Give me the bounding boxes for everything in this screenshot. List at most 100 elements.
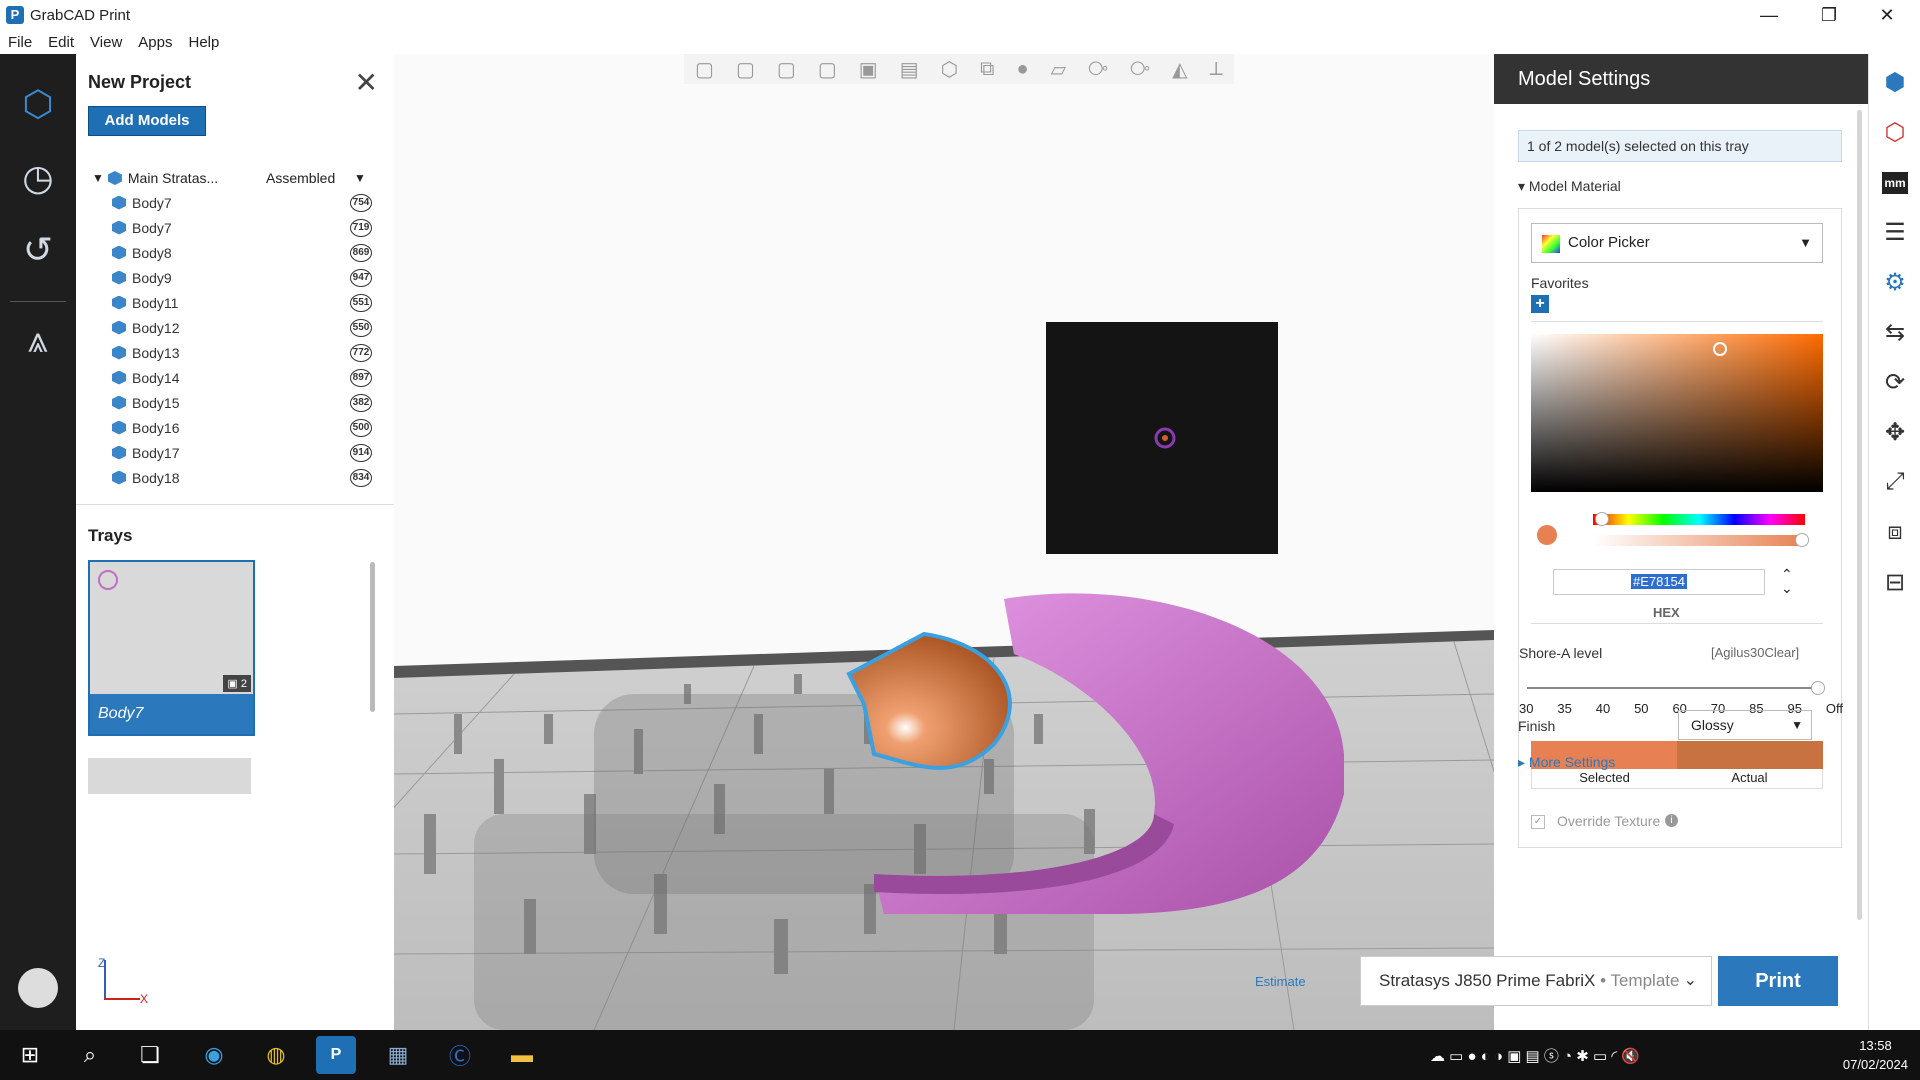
list-item[interactable]: Body17 914 (92, 440, 382, 465)
trays-scrollbar[interactable] (370, 562, 375, 712)
units-mm-icon[interactable]: mm (1882, 172, 1908, 194)
task-view-icon[interactable]: ❏ (130, 1036, 170, 1074)
menu-help[interactable]: Help (188, 34, 219, 51)
list-item[interactable]: Body14 897 (92, 365, 382, 390)
grabcad-taskbar-icon[interactable]: P (316, 1036, 356, 1074)
material-dropdown[interactable]: Color Picker ▼ (1531, 223, 1823, 263)
view-wireframe-icon[interactable]: ⧉ (980, 58, 994, 81)
instance-count: 772 (350, 343, 372, 362)
add-favorite-icon[interactable]: + (1531, 295, 1549, 313)
view-bottom-icon[interactable]: ▤ (900, 57, 919, 82)
edge-icon[interactable]: ◉ (194, 1036, 234, 1074)
clock-icon[interactable]: ◷ (0, 148, 76, 208)
assembly-row[interactable]: ▼ Main Stratas... Assembled ▼ (92, 166, 382, 190)
list-item[interactable]: Body11 551 (92, 290, 382, 315)
list-item[interactable]: Body7 719 (92, 215, 382, 240)
alpha-slider[interactable] (1593, 533, 1809, 547)
shore-slider[interactable] (1527, 681, 1825, 695)
list-item[interactable]: Body12 550 (92, 315, 382, 340)
view-front-icon[interactable]: ▢ (695, 57, 714, 82)
view-section-icon[interactable]: ◭ (1172, 57, 1187, 82)
3d-viewport[interactable]: ▢ ▢ ▢ ▢ ▣ ▤ ⬡ ⧉ ● ▱ ⧂ ⧂ ◭ ⟂ (394, 54, 1494, 1030)
assembly-state[interactable]: Assembled (266, 170, 335, 186)
saturation-field[interactable] (1531, 334, 1823, 492)
layers-icon[interactable]: ☰ (1877, 214, 1913, 250)
list-item[interactable]: Body15 382 (92, 390, 382, 415)
search-icon[interactable]: ⌕ (70, 1036, 110, 1074)
restore-button[interactable]: ❐ (1800, 0, 1858, 30)
clock[interactable]: 13:58 07/02/2024 (1843, 1036, 1908, 1074)
list-item[interactable]: Body16 500 (92, 415, 382, 440)
body-name: Body14 (132, 369, 180, 386)
minimize-button[interactable]: — (1740, 0, 1798, 30)
avatar[interactable] (18, 968, 58, 1008)
view-sphere-icon[interactable]: ● (1016, 58, 1028, 81)
list-item[interactable]: Body9 947 (92, 265, 382, 290)
settings-scrollbar[interactable] (1857, 110, 1862, 920)
add-models-button[interactable]: Add Models (88, 106, 206, 136)
finish-dropdown[interactable]: Glossy ▼ (1678, 710, 1812, 740)
grabcad-logo-icon: P (6, 6, 24, 24)
view-axes-icon[interactable]: ⟂ (1209, 58, 1222, 81)
estimate-link[interactable]: Estimate (1255, 974, 1306, 989)
file-explorer-icon[interactable]: ▬ (502, 1036, 542, 1074)
scale-icon[interactable]: ⤢ (1877, 464, 1913, 500)
close-button[interactable]: ✕ (1858, 0, 1916, 30)
view-top-icon[interactable]: ▣ (859, 57, 878, 82)
model-warning-icon[interactable]: ⬡ (1877, 114, 1913, 150)
chrome-icon[interactable]: ◍ (256, 1036, 296, 1074)
tray-card[interactable]: ▣ 2 Body7 (88, 560, 255, 736)
view-models-icon[interactable]: ⧂ (1088, 58, 1108, 81)
view-left-icon[interactable]: ▢ (777, 57, 796, 82)
state-dropdown-icon[interactable]: ▼ (354, 171, 366, 185)
tray-icon[interactable]: ⊟ (1877, 564, 1913, 600)
view-iso-icon[interactable]: ⬡ (941, 57, 958, 82)
info-icon[interactable]: i (1665, 814, 1678, 827)
printer-tower-icon[interactable]: ⩓ (0, 310, 76, 370)
prepare-cube-icon[interactable]: ⬡ (0, 74, 76, 134)
model-tree: ▼ Main Stratas... Assembled ▼ Body7 754 B… (92, 166, 382, 490)
system-tray[interactable]: ☁ ▭ ● ◐ ◑ ▣ ▤ ⓢ ◔ ✱ ▭ ◜ 🔇 (1430, 1036, 1770, 1074)
tray-label: Body7 (90, 694, 253, 734)
rail-divider (10, 301, 66, 302)
history-icon[interactable]: ↺ (0, 220, 76, 280)
material-section-toggle[interactable]: ▾ Model Material (1518, 178, 1621, 195)
windows-start-icon[interactable]: ⊞ (10, 1036, 50, 1074)
rotate-icon[interactable]: ⟳ (1877, 364, 1913, 400)
c-app-icon[interactable]: Ⓒ (440, 1036, 480, 1074)
collapse-icon[interactable]: ▼ (92, 171, 104, 185)
view-back-icon[interactable]: ▢ (736, 57, 755, 82)
tray-card-placeholder[interactable] (88, 758, 251, 794)
menu-file[interactable]: File (8, 34, 32, 51)
support-icon[interactable]: ⧈ (1877, 514, 1913, 550)
print-button[interactable]: Print (1718, 956, 1838, 1006)
hex-mode-toggle-icon[interactable]: ⌃ ⌄ (1781, 567, 1793, 595)
list-item[interactable]: Body13 772 (92, 340, 382, 365)
list-item[interactable]: Body7 754 (92, 190, 382, 215)
app-taskbar-icon[interactable]: ▦ (378, 1036, 418, 1074)
hue-slider[interactable] (1593, 512, 1805, 526)
model-settings-icon[interactable]: ⬢ (1877, 64, 1913, 100)
arrange-icon[interactable]: ⇆ (1877, 314, 1913, 350)
view-ghost-icon[interactable]: ⧂ (1130, 58, 1150, 81)
settings-gear-icon[interactable]: ⚙ (1877, 264, 1913, 300)
saturation-handle[interactable] (1713, 342, 1727, 356)
selection-info: 1 of 2 model(s) selected on this tray (1518, 130, 1842, 162)
close-project-icon[interactable]: ✕ (355, 66, 378, 99)
printer-selector[interactable]: Stratasys J850 Prime FabriX • Template ⌄ (1360, 956, 1712, 1006)
move-icon[interactable]: ✥ (1877, 414, 1913, 450)
menu-apps[interactable]: Apps (138, 34, 172, 51)
hex-input[interactable]: #E78154 (1553, 569, 1765, 595)
override-texture-checkbox[interactable]: ✓ (1531, 815, 1545, 829)
menu-view[interactable]: View (90, 34, 122, 51)
trays-title: Trays (88, 526, 133, 545)
list-item[interactable]: Body8 869 (92, 240, 382, 265)
list-item[interactable]: Body18 834 (92, 465, 382, 490)
body-cube-icon (112, 245, 126, 260)
view-right-icon[interactable]: ▢ (818, 57, 837, 82)
body-name: Body18 (132, 469, 180, 486)
menu-edit[interactable]: Edit (48, 34, 74, 51)
view-plane-icon[interactable]: ▱ (1051, 57, 1066, 82)
body-name: Body8 (132, 244, 172, 261)
more-settings-link[interactable]: ▸ More Settings (1518, 754, 1615, 771)
